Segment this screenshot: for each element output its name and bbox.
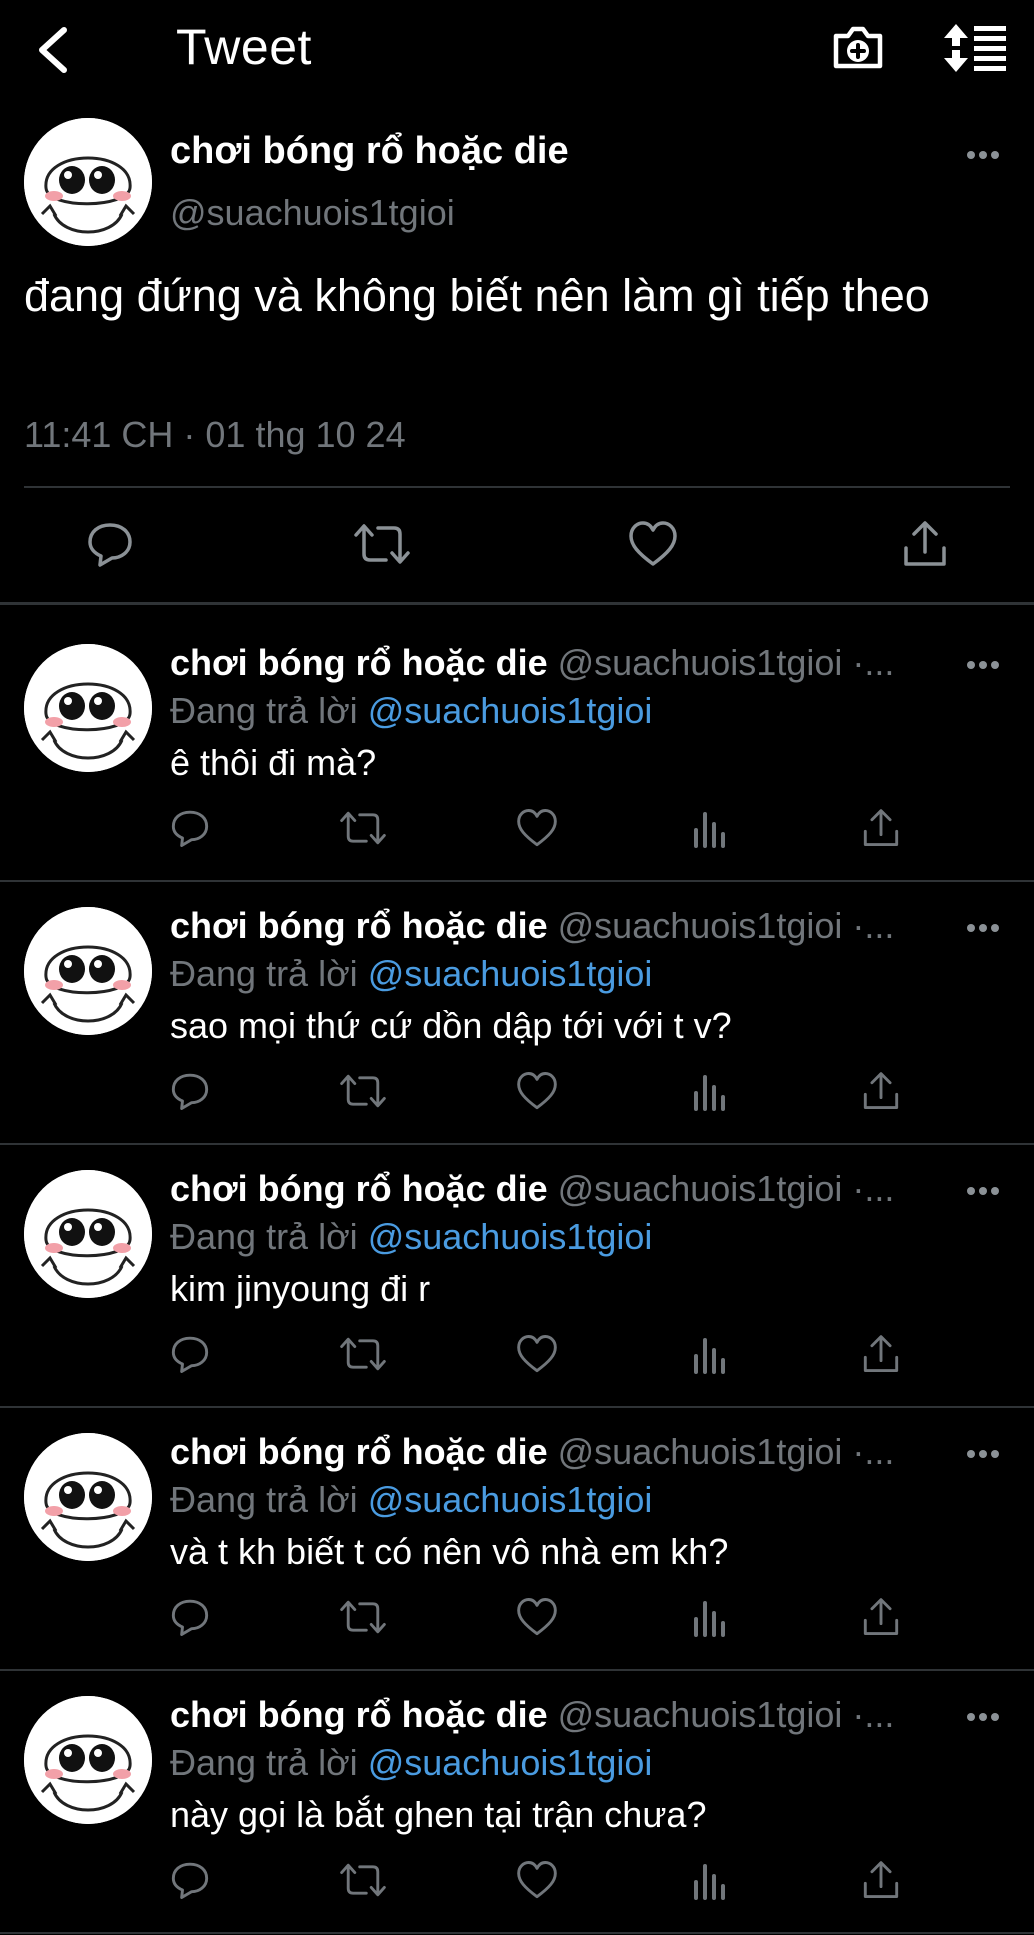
- replying-to-line: Đang trả lời @suachuois1tgioi: [170, 690, 652, 732]
- reply-text: ê thôi đi mà?: [170, 742, 377, 783]
- reply-text: kim jinyoung đi r: [170, 1268, 431, 1309]
- divider: [0, 880, 1034, 882]
- reply-tweet[interactable]: chơi bóng rổ hoặc die @suachuois1tgioi ·…: [0, 620, 1034, 883]
- retweet-icon[interactable]: [340, 808, 386, 848]
- reply-icon[interactable]: [170, 1071, 210, 1111]
- sort-icon[interactable]: [942, 22, 1008, 74]
- replying-to-label: Đang trả lời: [170, 1742, 368, 1783]
- reply-text: và t kh biết t có nên vô nhà em kh?: [170, 1531, 729, 1572]
- reply-icon[interactable]: [170, 808, 210, 848]
- user-handle[interactable]: @suachuois1tgioi ·...: [558, 905, 895, 946]
- user-handle[interactable]: @suachuois1tgioi ·...: [558, 642, 895, 683]
- share-icon[interactable]: [862, 1071, 900, 1111]
- user-handle[interactable]: @suachuois1tgioi ·...: [558, 1431, 895, 1472]
- retweet-icon[interactable]: [340, 1597, 386, 1637]
- reply-tweet[interactable]: chơi bóng rổ hoặc die @suachuois1tgioi ·…: [0, 1672, 1034, 1935]
- mention-link[interactable]: @suachuois1tgioi: [368, 1479, 653, 1520]
- analytics-icon[interactable]: [692, 1597, 728, 1637]
- avatar[interactable]: [24, 1696, 152, 1824]
- reply-icon[interactable]: [170, 1860, 210, 1900]
- replying-to-line: Đang trả lời @suachuois1tgioi: [170, 1479, 652, 1521]
- analytics-icon[interactable]: [692, 1334, 728, 1374]
- display-name[interactable]: chơi bóng rổ hoặc die: [170, 1694, 548, 1735]
- avatar[interactable]: [24, 118, 152, 246]
- divider: [0, 602, 1034, 605]
- more-options-icon[interactable]: [966, 923, 1000, 933]
- divider: [24, 486, 1010, 488]
- user-handle[interactable]: @suachuois1tgioi ·...: [558, 1694, 895, 1735]
- retweet-icon[interactable]: [354, 520, 410, 568]
- display-name[interactable]: chơi bóng rổ hoặc die: [170, 1431, 548, 1472]
- share-icon[interactable]: [862, 808, 900, 848]
- reply-icon[interactable]: [170, 1597, 210, 1637]
- user-handle[interactable]: @suachuois1tgioi ·...: [558, 1168, 895, 1209]
- like-icon[interactable]: [516, 808, 558, 848]
- like-icon[interactable]: [516, 1597, 558, 1637]
- more-options-icon[interactable]: [966, 1449, 1000, 1459]
- reply-icon[interactable]: [170, 1334, 210, 1374]
- divider: [0, 1143, 1034, 1145]
- display-name[interactable]: chơi bóng rổ hoặc die: [170, 905, 548, 946]
- share-icon[interactable]: [862, 1860, 900, 1900]
- analytics-icon[interactable]: [692, 1071, 728, 1111]
- avatar[interactable]: [24, 644, 152, 772]
- display-name[interactable]: chơi bóng rổ hoặc die: [170, 130, 569, 173]
- replying-to-label: Đang trả lời: [170, 953, 368, 994]
- divider: [0, 1669, 1034, 1671]
- mention-link[interactable]: @suachuois1tgioi: [368, 1742, 653, 1783]
- analytics-icon[interactable]: [692, 808, 728, 848]
- tweet-timestamp: 11:41 CH · 01 thg 10 24: [24, 414, 406, 455]
- replying-to-label: Đang trả lời: [170, 1479, 368, 1520]
- replying-to-label: Đang trả lời: [170, 690, 368, 731]
- retweet-icon[interactable]: [340, 1334, 386, 1374]
- like-icon[interactable]: [516, 1071, 558, 1111]
- reply-icon[interactable]: [86, 520, 134, 568]
- reply-tweet[interactable]: chơi bóng rổ hoặc die @suachuois1tgioi ·…: [0, 883, 1034, 1146]
- avatar[interactable]: [24, 1433, 152, 1561]
- user-handle[interactable]: @suachuois1tgioi: [170, 192, 455, 234]
- reply-header: chơi bóng rổ hoặc die @suachuois1tgioi ·…: [170, 642, 950, 684]
- reply-header: chơi bóng rổ hoặc die @suachuois1tgioi ·…: [170, 1431, 950, 1473]
- replying-to-line: Đang trả lời @suachuois1tgioi: [170, 953, 652, 995]
- avatar[interactable]: [24, 907, 152, 1035]
- mention-link[interactable]: @suachuois1tgioi: [368, 690, 653, 731]
- more-options-icon[interactable]: [966, 150, 1000, 160]
- replying-to-line: Đang trả lời @suachuois1tgioi: [170, 1742, 652, 1784]
- top-bar: Tweet: [0, 0, 1034, 100]
- mention-link[interactable]: @suachuois1tgioi: [368, 953, 653, 994]
- reply-text: sao mọi thứ cứ dồn dập tới với t v?: [170, 1005, 732, 1046]
- reply-header: chơi bóng rổ hoặc die @suachuois1tgioi ·…: [170, 1694, 950, 1736]
- reply-header: chơi bóng rổ hoặc die @suachuois1tgioi ·…: [170, 1168, 950, 1210]
- mention-link[interactable]: @suachuois1tgioi: [368, 1216, 653, 1257]
- more-options-icon[interactable]: [966, 1186, 1000, 1196]
- page-title: Tweet: [176, 19, 312, 75]
- analytics-icon[interactable]: [692, 1860, 728, 1900]
- tweet-text: đang đứng và không biết nên làm gì tiếp …: [24, 270, 930, 321]
- camera-plus-icon[interactable]: [830, 20, 886, 76]
- like-icon[interactable]: [516, 1860, 558, 1900]
- like-icon[interactable]: [628, 520, 678, 568]
- more-options-icon[interactable]: [966, 660, 1000, 670]
- more-options-icon[interactable]: [966, 1712, 1000, 1722]
- reply-text: này gọi là bắt ghen tại trận chưa?: [170, 1794, 707, 1835]
- replying-to-line: Đang trả lời @suachuois1tgioi: [170, 1216, 652, 1258]
- divider: [0, 1932, 1034, 1934]
- retweet-icon[interactable]: [340, 1860, 386, 1900]
- reply-header: chơi bóng rổ hoặc die @suachuois1tgioi ·…: [170, 905, 950, 947]
- divider: [0, 1406, 1034, 1408]
- reply-tweet[interactable]: chơi bóng rổ hoặc die @suachuois1tgioi ·…: [0, 1409, 1034, 1672]
- display-name[interactable]: chơi bóng rổ hoặc die: [170, 642, 548, 683]
- like-icon[interactable]: [516, 1334, 558, 1374]
- retweet-icon[interactable]: [340, 1071, 386, 1111]
- replying-to-label: Đang trả lời: [170, 1216, 368, 1257]
- share-icon[interactable]: [862, 1597, 900, 1637]
- avatar[interactable]: [24, 1170, 152, 1298]
- reply-tweet[interactable]: chơi bóng rổ hoặc die @suachuois1tgioi ·…: [0, 1146, 1034, 1409]
- share-icon[interactable]: [902, 520, 948, 568]
- display-name[interactable]: chơi bóng rổ hoặc die: [170, 1168, 548, 1209]
- back-arrow-icon[interactable]: [30, 22, 78, 78]
- share-icon[interactable]: [862, 1334, 900, 1374]
